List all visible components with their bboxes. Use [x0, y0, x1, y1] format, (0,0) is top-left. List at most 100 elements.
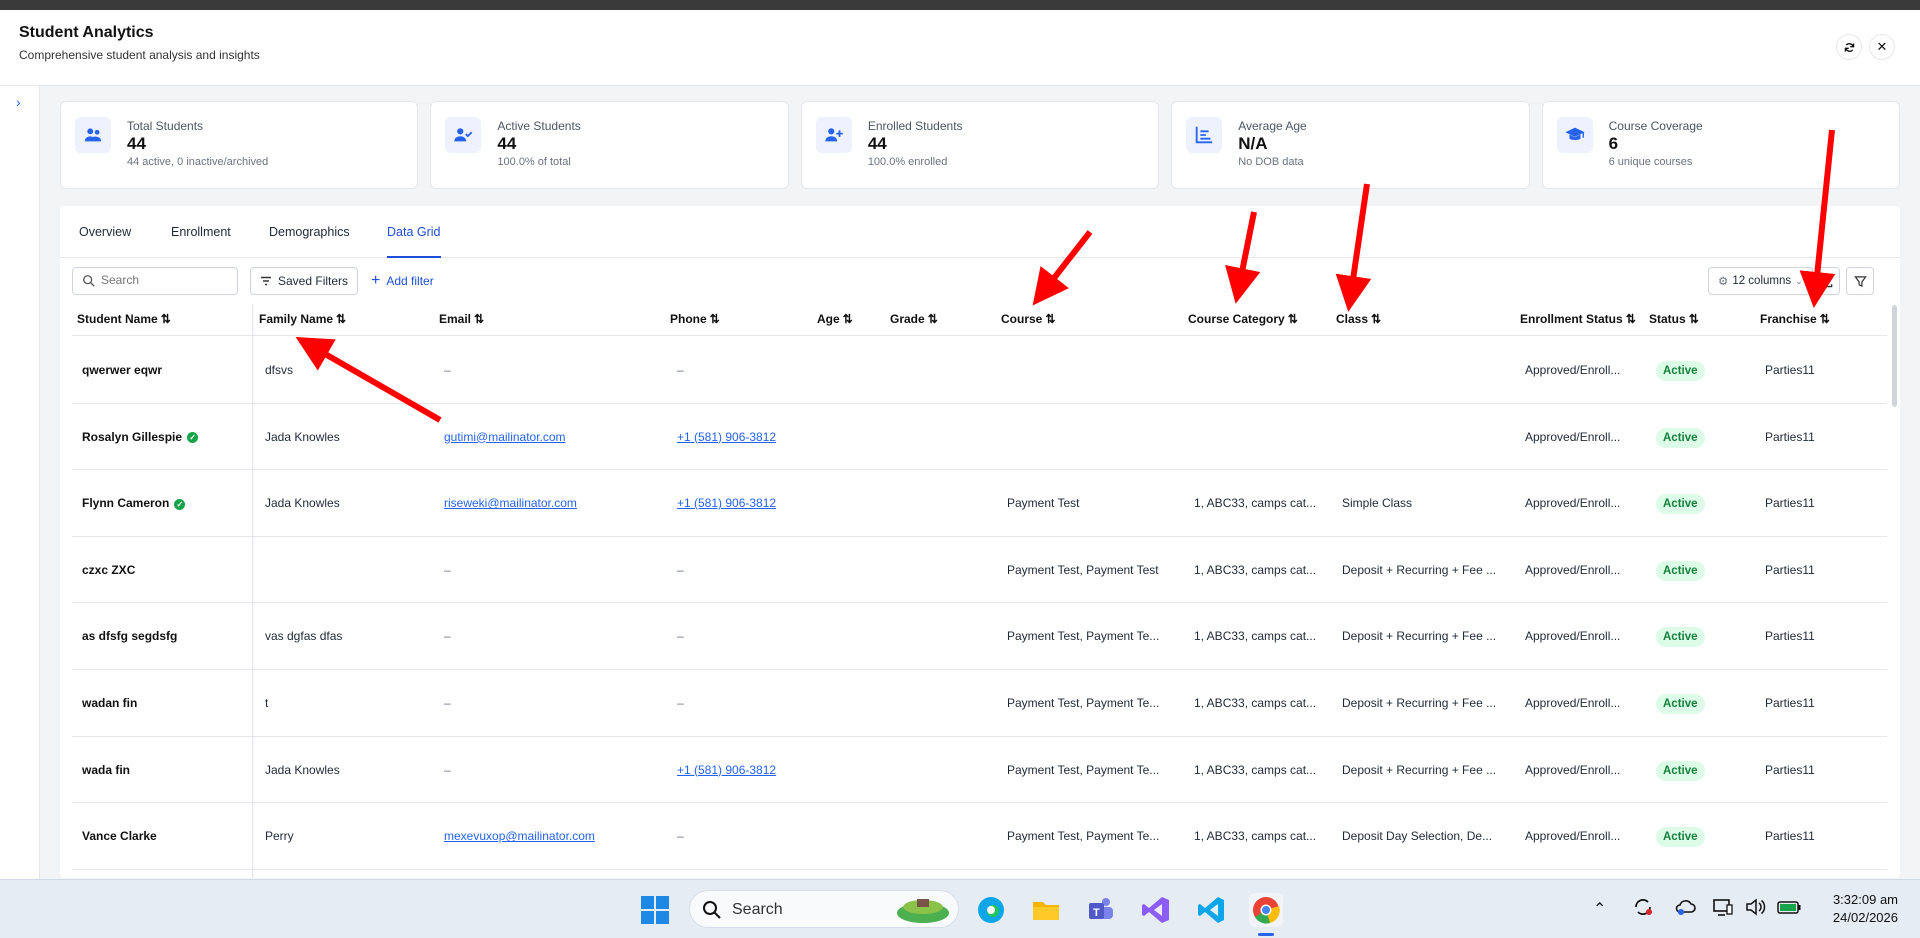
sort-icon[interactable]: ⇅: [1371, 312, 1381, 326]
cell-student-name[interactable]: as dfsfg segdsfg: [82, 603, 247, 669]
cell-family-name: dfsvs: [265, 363, 294, 377]
sort-icon[interactable]: ⇅: [1820, 312, 1830, 326]
expand-sidebar-chevron-icon[interactable]: ›: [16, 94, 21, 110]
table-row[interactable]: czxc ZXC – – Payment Test, Payment Test 1, A…: [72, 537, 1887, 604]
visual-studio-icon[interactable]: [1139, 893, 1173, 927]
sort-icon[interactable]: ⇅: [710, 312, 720, 326]
table-row[interactable]: wadan fin t – – Payment Test, Payment Te... 1…: [72, 670, 1887, 737]
chrome-icon[interactable]: [1249, 893, 1283, 927]
column-header-email[interactable]: Email ⇅: [439, 312, 484, 326]
filter-lines-icon: [261, 276, 271, 286]
cell-student-name[interactable]: wadan fin: [82, 670, 247, 736]
cell-email[interactable]: mexevuxop@mailinator.com: [444, 803, 664, 869]
filter-button[interactable]: [1846, 267, 1874, 295]
funnel-icon: [1853, 275, 1867, 287]
column-header-grade[interactable]: Grade ⇅: [890, 312, 938, 326]
column-header-student-name[interactable]: Student Name ⇅: [77, 312, 171, 326]
search-input[interactable]: [101, 273, 231, 287]
tab-data-grid[interactable]: Data Grid: [387, 206, 441, 258]
tab-enrollment[interactable]: Enrollment: [171, 206, 231, 258]
sort-icon[interactable]: ⇅: [1045, 312, 1055, 326]
sort-icon[interactable]: ⇅: [1288, 312, 1298, 326]
sync-icon[interactable]: [1632, 896, 1654, 923]
cell-email[interactable]: riseweki@mailinator.com: [444, 470, 664, 536]
battery-icon[interactable]: [1776, 897, 1802, 922]
sort-icon[interactable]: ⇅: [1689, 312, 1699, 326]
cell-student-name[interactable]: czxc ZXC: [82, 537, 247, 603]
chevron-up-icon[interactable]: ⌃: [1593, 899, 1606, 919]
search-box[interactable]: [72, 267, 238, 295]
network-icon[interactable]: [1712, 897, 1734, 922]
refresh-button[interactable]: [1836, 34, 1862, 60]
volume-icon[interactable]: [1744, 897, 1766, 922]
cell-class: Deposit + Recurring + Fee ...: [1342, 562, 1497, 577]
table-row[interactable]: Vance Clarke Perry mexevuxop@mailinator.co…: [72, 803, 1887, 870]
table-row[interactable]: qwerwer eqwr dfsvs – – Approved/Enroll... Act…: [72, 337, 1887, 404]
teams-icon[interactable]: T: [1084, 893, 1118, 927]
table-row[interactable]: Flynn Cameron ✓ Jada Knowles riseweki@maili…: [72, 470, 1887, 537]
stat-card-average-age: Average Age N/A No DOB data: [1171, 101, 1530, 189]
columns-selector[interactable]: ⚙ 12 columns ⌄: [1708, 267, 1813, 295]
sort-icon[interactable]: ⇅: [161, 312, 171, 326]
close-button[interactable]: ✕: [1869, 34, 1895, 60]
student-name-text: Rosalyn Gillespie: [82, 429, 183, 444]
column-header-course-category[interactable]: Course Category ⇅: [1188, 312, 1298, 326]
clock-time: 3:32:09 am: [1832, 892, 1898, 907]
table-row[interactable]: wada fin Jada Knowles – +1 (581) 906-3812 Pa…: [72, 737, 1887, 804]
column-header-family-name[interactable]: Family Name ⇅: [259, 312, 346, 326]
sort-icon[interactable]: ⇅: [336, 312, 346, 326]
edge-browser-icon[interactable]: [974, 893, 1008, 927]
cloud-icon[interactable]: [1674, 897, 1696, 922]
columns-label: 12 columns: [1732, 275, 1792, 287]
system-clock[interactable]: 3:32:09 am 24/02/2026: [1833, 891, 1898, 927]
export-button[interactable]: [1812, 267, 1840, 295]
student-name-text: wada fin: [82, 762, 131, 777]
saved-filters-button[interactable]: Saved Filters: [250, 267, 359, 295]
column-header-franchise[interactable]: Franchise ⇅: [1760, 312, 1830, 326]
cell-student-name[interactable]: Flynn Cameron ✓: [82, 470, 247, 536]
sort-icon[interactable]: ⇅: [928, 312, 938, 326]
cell-phone: –: [677, 562, 684, 577]
table-row[interactable]: as dfsfg segdsfg vas dgfas dfas – – Payment …: [72, 603, 1887, 670]
taskbar-search[interactable]: Search: [689, 890, 959, 928]
status-badge: Active: [1656, 827, 1705, 848]
cell-phone[interactable]: +1 (581) 906-3812: [677, 404, 807, 470]
column-header-phone[interactable]: Phone ⇅: [670, 312, 720, 326]
cell-enrollment-status: Approved/Enroll...: [1525, 562, 1621, 577]
cell-phone[interactable]: +1 (581) 906-3812: [677, 470, 807, 536]
column-header-status[interactable]: Status ⇅: [1649, 312, 1699, 326]
vscode-icon[interactable]: [1194, 893, 1228, 927]
file-explorer-icon[interactable]: [1029, 893, 1063, 927]
sort-icon[interactable]: ⇅: [1626, 312, 1636, 326]
windows-start-icon[interactable]: [638, 893, 672, 927]
table-row[interactable]: Rosalyn Gillespie ✓ Jada Knowles gutimi@mai…: [72, 404, 1887, 471]
cell-class: Deposit + Recurring + Fee ...: [1342, 629, 1497, 644]
cell-student-name[interactable]: qwerwer eqwr: [82, 337, 247, 403]
tab-demographics[interactable]: Demographics: [269, 206, 350, 258]
cell-phone[interactable]: +1 (581) 906-3812: [677, 737, 807, 803]
active-app-indicator: [1258, 933, 1274, 936]
clock-date: 24/02/2026: [1832, 910, 1898, 925]
cell-status: Active: [1656, 670, 1746, 736]
stat-value: N/A: [1238, 134, 1268, 153]
cell-family-name: Perry: [265, 829, 294, 844]
cell-franchise: Parties11: [1765, 629, 1815, 644]
column-header-class[interactable]: Class ⇅: [1336, 312, 1381, 326]
cell-email[interactable]: gutimi@mailinator.com: [444, 404, 664, 470]
status-badge: Active: [1656, 694, 1705, 714]
cell-student-name[interactable]: Rosalyn Gillespie ✓: [82, 404, 247, 470]
column-header-enrollment-status[interactable]: Enrollment Status ⇅: [1520, 312, 1636, 326]
column-header-course[interactable]: Course ⇅: [1001, 312, 1055, 326]
sort-icon[interactable]: ⇅: [843, 312, 853, 326]
cell-student-name[interactable]: wada fin: [82, 737, 247, 803]
sort-icon[interactable]: ⇅: [474, 312, 484, 326]
grid-scrollbar[interactable]: [1892, 305, 1897, 407]
cell-student-name[interactable]: Vance Clarke: [82, 803, 247, 869]
cell-enrollment-status: Approved/Enroll...: [1525, 496, 1621, 511]
add-filter-button[interactable]: + Add filter: [362, 267, 443, 295]
cell-course-category: [1194, 404, 1324, 470]
cell-email: –: [444, 562, 451, 577]
tab-overview[interactable]: Overview: [79, 206, 131, 258]
column-header-age[interactable]: Age ⇅: [817, 312, 853, 326]
main-content: Total Students 44 44 active, 0 inactive/…: [41, 86, 1920, 879]
